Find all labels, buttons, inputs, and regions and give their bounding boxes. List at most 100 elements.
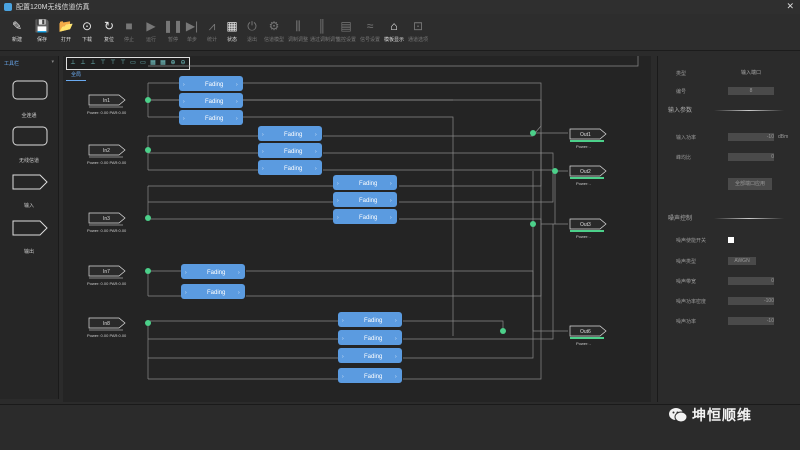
par-label: 峰均比	[676, 155, 692, 161]
fading-out-arrow-icon: ›	[238, 270, 240, 276]
toolbar-modulation-button[interactable]: ⫼ 调制调整	[286, 18, 310, 43]
fading-block-12[interactable]	[338, 330, 402, 345]
app-icon	[4, 3, 12, 11]
noise-bandwidth-field[interactable]: 0	[728, 277, 774, 285]
toolbar-signal-button[interactable]: ≈ 信号设置	[358, 18, 382, 43]
input-port-name: In1	[103, 98, 110, 104]
toolbar-label: 运行	[145, 37, 156, 43]
input-port-status: Power: 0.00 PAR:0.00	[87, 110, 127, 115]
full-connect-shape[interactable]	[12, 80, 48, 100]
signal-icon: ≈	[366, 19, 374, 33]
fading-block-7[interactable]	[333, 192, 397, 207]
input-port-name: In2	[103, 148, 110, 154]
fading-out-arrow-icon: ›	[236, 82, 238, 88]
zoom-out-icon[interactable]: ⊖	[179, 59, 187, 67]
tab-global[interactable]: 全局	[66, 71, 86, 81]
toolbar-download-button[interactable]: ⊙ 下载	[75, 18, 99, 43]
section-divider	[714, 218, 784, 219]
noise-enable-checkbox[interactable]	[728, 237, 734, 243]
toolbar-label: 通道选项	[407, 37, 428, 43]
title-bar: 配置120M无线信道仿真 ✕	[0, 0, 800, 14]
input-port-1[interactable]	[88, 144, 126, 156]
distribute-h-icon[interactable]: ▭	[129, 59, 137, 67]
fading-block-11[interactable]	[338, 312, 402, 327]
output-port-3[interactable]	[569, 325, 607, 337]
fading-block-6[interactable]	[333, 175, 397, 190]
connector-line	[403, 133, 542, 380]
toolbar-label: 信号设置	[359, 37, 380, 43]
par-field[interactable]: 0	[728, 153, 774, 161]
toolbar-channel-model-button[interactable]: ⚙ 信道模型	[262, 18, 286, 43]
output-port-1[interactable]	[569, 165, 607, 177]
align-bottom-icon[interactable]: ⊤	[119, 59, 127, 67]
grid-icon[interactable]: ▦	[149, 59, 157, 67]
input-port-0[interactable]	[88, 94, 126, 106]
pin-icon[interactable]: ▾	[51, 59, 54, 65]
input-port-status: Power: 0.00 PAR:0.00	[87, 160, 127, 165]
monitor-settings-icon: ▤	[340, 19, 352, 33]
align-top-icon[interactable]: ⊤	[99, 59, 107, 67]
noise-psd-field[interactable]: -100	[728, 297, 774, 305]
download-icon: ⊙	[81, 19, 93, 33]
fading-block-1[interactable]	[179, 93, 243, 108]
toolbar-monitor-settings-button[interactable]: ▤ 监控设置	[334, 18, 358, 43]
distribute-v-icon[interactable]: ▭	[139, 59, 147, 67]
template-icon: ⌂	[390, 19, 398, 33]
fading-label: Fading	[364, 318, 382, 324]
close-button[interactable]: ✕	[786, 1, 794, 12]
fading-block-13[interactable]	[338, 348, 402, 363]
noise-type-select[interactable]: AWGN	[728, 257, 756, 265]
fading-block-3[interactable]	[258, 126, 322, 141]
layout-icon[interactable]: ▦	[159, 59, 167, 67]
fading-in-arrow-icon: ›	[185, 270, 187, 276]
toolbar-save-button[interactable]: 💾 保存	[30, 18, 54, 43]
output-shape[interactable]	[12, 220, 48, 236]
wireless-channel-shape[interactable]	[12, 126, 48, 146]
fading-block-14[interactable]	[338, 368, 402, 383]
channel-options-icon: ⊡	[412, 19, 424, 33]
noise-power-field[interactable]: -10	[728, 317, 774, 325]
output-port-name: Out6	[580, 329, 591, 335]
input-power-field[interactable]: -10	[728, 133, 774, 141]
toolbar-new-file-button[interactable]: ✎ 新建	[5, 18, 29, 43]
toolbar-stop-button[interactable]: ■ 停止	[117, 18, 141, 43]
zoom-in-icon[interactable]: ⊕	[169, 59, 177, 67]
noise-type-label: 噪声类型	[676, 259, 697, 265]
apply-all-ports-button[interactable]: 全部端口应用	[728, 178, 772, 190]
connector-line	[399, 218, 568, 225]
fading-block-8[interactable]	[333, 209, 397, 224]
toolbar-play-button[interactable]: ▶ 运行	[139, 18, 163, 43]
align-left-icon[interactable]: ⊥	[69, 59, 77, 67]
output-port-0[interactable]	[569, 128, 607, 140]
input-port-4[interactable]	[88, 317, 126, 329]
junction-dot	[145, 147, 151, 153]
output-port-2[interactable]	[569, 218, 607, 230]
fading-block-10[interactable]	[181, 284, 245, 299]
component-sidebar: 工具栏 ▾ 全连通 无线信道 输入 输出	[0, 56, 59, 399]
fading-block-0[interactable]	[179, 76, 243, 91]
fading-in-arrow-icon: ›	[342, 318, 344, 324]
toolbar-tuning-button[interactable]: ║ 通过调制调节	[310, 18, 340, 43]
fading-block-5[interactable]	[258, 160, 322, 175]
connector-line	[323, 169, 556, 224]
topology-canvas[interactable]: ⊥ ⊥ ⊥ ⊤ ⊤ ⊤ ▭ ▭ ▦ ▦ ⊕ ⊖ 全局 In1 Power: 0.0…	[63, 56, 651, 402]
noise-bandwidth-label: 噪声带宽	[676, 279, 697, 285]
output-port-name: Out2	[580, 169, 591, 175]
align-center-icon[interactable]: ⊥	[79, 59, 87, 67]
fading-block-2[interactable]	[179, 110, 243, 125]
align-middle-icon[interactable]: ⊤	[109, 59, 117, 67]
toolbar-channel-options-button[interactable]: ⊡ 通道选项	[406, 18, 430, 43]
fading-label: Fading	[359, 181, 377, 187]
align-right-icon[interactable]: ⊥	[89, 59, 97, 67]
input-level-bar	[89, 106, 123, 108]
input-port-3[interactable]	[88, 265, 126, 277]
index-field[interactable]: 8	[728, 87, 774, 95]
toolbar-template-button[interactable]: ⌂ 模板显示	[382, 18, 406, 43]
input-shape[interactable]	[12, 174, 48, 190]
fading-label: Fading	[364, 336, 382, 342]
connector-line	[403, 224, 554, 340]
toolbar-exit-button[interactable]: ⏻ 退出	[240, 18, 264, 43]
fading-block-9[interactable]	[181, 264, 245, 279]
fading-block-4[interactable]	[258, 143, 322, 158]
input-port-2[interactable]	[88, 212, 126, 224]
